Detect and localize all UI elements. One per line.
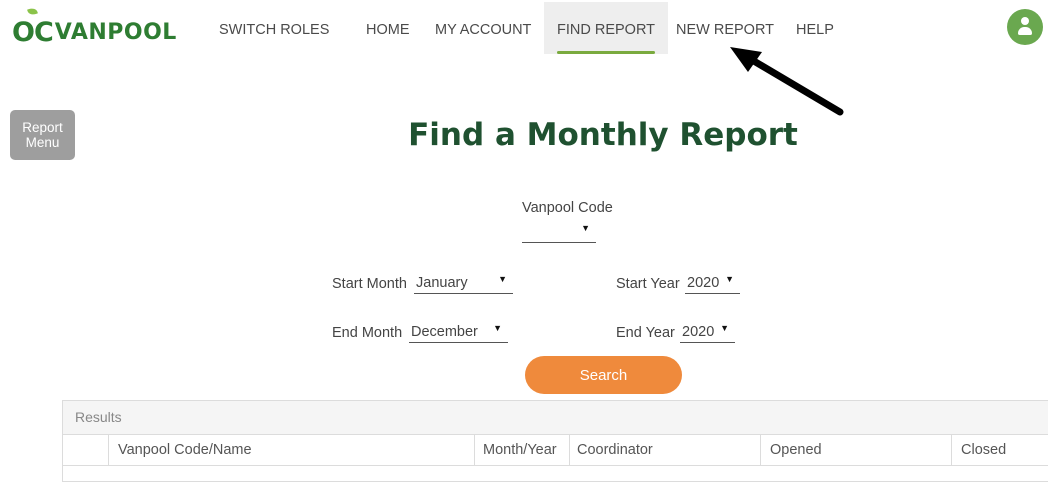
brand-logo[interactable]: OC VANPOOL — [12, 6, 177, 50]
page-title: Find a Monthly Report — [408, 117, 798, 153]
search-button[interactable]: Search — [525, 356, 682, 394]
start-month-label: Start Month — [332, 276, 407, 292]
end-year-select[interactable]: 2020 ▼ — [680, 322, 735, 343]
end-year-label: End Year — [616, 325, 675, 341]
column-header-month-year[interactable]: Month/Year — [474, 435, 569, 465]
end-month-label: End Month — [332, 325, 403, 341]
vanpool-code-select[interactable]: ▼ — [522, 222, 596, 243]
caret-down-icon: ▼ — [498, 274, 507, 284]
logo-vanpool-text: VANPOOL — [54, 19, 177, 45]
start-month-value: January — [416, 275, 468, 291]
nav-find-report[interactable]: FIND REPORT — [544, 2, 669, 54]
user-icon-body — [1018, 27, 1032, 35]
end-month-select[interactable]: December ▼ — [409, 322, 508, 343]
results-panel: Results Vanpool Code/Name Month/Year Coo… — [62, 400, 1048, 482]
nav-find-report-label: FIND REPORT — [557, 22, 656, 38]
results-table-header: Vanpool Code/Name Month/Year Coordinator… — [63, 435, 1048, 466]
start-year-label: Start Year — [616, 276, 680, 292]
end-year-value: 2020 — [682, 324, 715, 340]
vanpool-code-label: Vanpool Code — [522, 200, 613, 216]
start-year-value: 2020 — [687, 275, 720, 291]
user-avatar[interactable] — [1007, 9, 1043, 45]
start-year-select[interactable]: 2020 ▼ — [685, 273, 740, 294]
column-header-opened[interactable]: Opened — [760, 435, 951, 465]
nav-my-account[interactable]: MY ACCOUNT — [435, 2, 531, 54]
caret-down-icon: ▼ — [581, 223, 590, 233]
column-header-coordinator[interactable]: Coordinator — [569, 435, 760, 465]
active-tab-indicator — [557, 51, 656, 54]
logo-oc-text: OC — [12, 16, 54, 48]
results-title: Results — [63, 401, 1048, 435]
leaf-icon — [27, 6, 38, 17]
user-icon — [1021, 17, 1029, 25]
nav-switch-roles[interactable]: SWITCH ROLES — [219, 2, 329, 54]
caret-down-icon: ▼ — [720, 323, 729, 333]
caret-down-icon: ▼ — [725, 274, 734, 284]
caret-down-icon: ▼ — [493, 323, 502, 333]
select-column-header — [63, 435, 108, 465]
column-header-vanpool[interactable]: Vanpool Code/Name — [108, 435, 474, 465]
column-header-closed[interactable]: Closed — [951, 435, 1048, 465]
end-month-value: December — [411, 324, 478, 340]
annotation-arrow-icon — [730, 47, 844, 116]
nav-home[interactable]: HOME — [366, 2, 410, 54]
start-month-select[interactable]: January ▼ — [414, 273, 513, 294]
